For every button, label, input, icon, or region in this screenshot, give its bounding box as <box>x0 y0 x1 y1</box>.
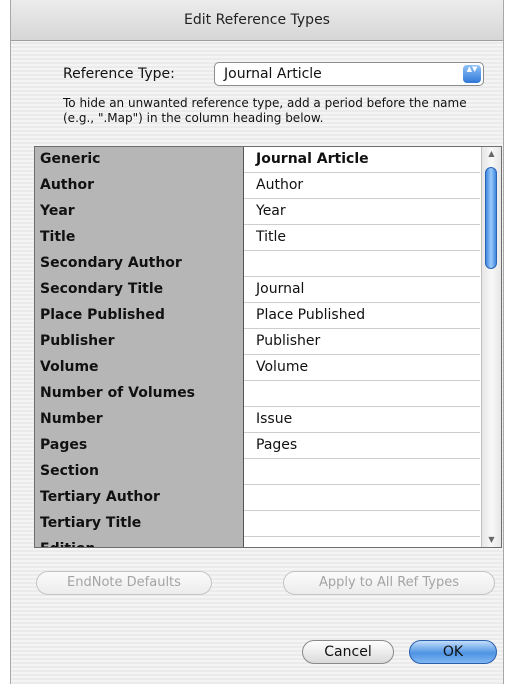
table-row: Title Title <box>35 225 480 251</box>
field-value-cell[interactable] <box>244 485 480 511</box>
table-row: Edition <box>35 537 480 547</box>
endnote-defaults-button[interactable]: EndNote Defaults <box>36 571 212 595</box>
table-header-row: Generic Journal Article <box>35 147 480 173</box>
table-row: Number of Volumes <box>35 381 480 407</box>
table-row: Tertiary Author <box>35 485 480 511</box>
field-name-cell: Generic <box>35 147 244 173</box>
field-value-cell[interactable]: Journal Article <box>244 147 480 173</box>
scroll-up-icon[interactable]: ▲ <box>482 147 501 161</box>
field-value-cell[interactable] <box>244 459 480 485</box>
field-name-cell: Number <box>35 407 244 433</box>
field-value-cell[interactable]: Author <box>244 173 480 199</box>
field-name-cell: Secondary Author <box>35 251 244 277</box>
table-row: Secondary Author <box>35 251 480 277</box>
table-body: Generic Journal Article Author Author Ye… <box>35 147 480 547</box>
table-row: Number Issue <box>35 407 480 433</box>
field-value-cell[interactable]: Place Published <box>244 303 480 329</box>
table-row: Publisher Publisher <box>35 329 480 355</box>
table-row: Volume Volume <box>35 355 480 381</box>
window-title: Edit Reference Types <box>11 0 503 41</box>
field-name-cell: Place Published <box>35 303 244 329</box>
field-name-cell: Volume <box>35 355 244 381</box>
field-value-cell[interactable]: Issue <box>244 407 480 433</box>
ok-button[interactable]: OK <box>409 640 497 664</box>
vertical-scrollbar[interactable]: ▲ ▼ <box>481 147 501 547</box>
field-name-cell: Publisher <box>35 329 244 355</box>
field-value-cell[interactable]: Publisher <box>244 329 480 355</box>
field-value-cell[interactable]: Volume <box>244 355 480 381</box>
field-name-cell: Number of Volumes <box>35 381 244 407</box>
table-row: Secondary Title Journal <box>35 277 480 303</box>
popup-arrows-icon: ▲▼ <box>463 65 481 83</box>
scroll-thumb[interactable] <box>485 167 497 269</box>
field-name-cell: Section <box>35 459 244 485</box>
field-value-cell[interactable]: Pages <box>244 433 480 459</box>
field-value-cell[interactable] <box>244 511 480 537</box>
reference-type-label: Reference Type: <box>63 66 175 82</box>
table-row: Section <box>35 459 480 485</box>
field-value-cell[interactable] <box>244 537 480 547</box>
field-name-cell: Tertiary Title <box>35 511 244 537</box>
field-value-cell[interactable]: Title <box>244 225 480 251</box>
apply-to-all-button[interactable]: Apply to All Ref Types <box>283 571 495 595</box>
hint-text: To hide an unwanted reference type, add … <box>63 96 467 125</box>
dialog-window: Edit Reference Types Reference Type: Jou… <box>10 0 504 684</box>
field-name-cell: Year <box>35 199 244 225</box>
cancel-button[interactable]: Cancel <box>302 640 394 664</box>
field-name-cell: Pages <box>35 433 244 459</box>
field-name-cell: Edition <box>35 537 244 547</box>
field-value-cell[interactable] <box>244 381 480 407</box>
reference-type-value: Journal Article <box>224 66 322 82</box>
field-value-cell[interactable]: Year <box>244 199 480 225</box>
scroll-down-icon[interactable]: ▼ <box>482 533 501 547</box>
field-name-cell: Secondary Title <box>35 277 244 303</box>
field-value-cell[interactable] <box>244 251 480 277</box>
field-name-cell: Author <box>35 173 244 199</box>
table-row: Tertiary Title <box>35 511 480 537</box>
table-row: Author Author <box>35 173 480 199</box>
table-row: Year Year <box>35 199 480 225</box>
table-row: Pages Pages <box>35 433 480 459</box>
table-row: Place Published Place Published <box>35 303 480 329</box>
reference-type-popup[interactable]: Journal Article ▲▼ <box>214 62 484 86</box>
field-value-cell[interactable]: Journal <box>244 277 480 303</box>
field-name-cell: Tertiary Author <box>35 485 244 511</box>
field-name-cell: Title <box>35 225 244 251</box>
field-table: Generic Journal Article Author Author Ye… <box>34 146 502 548</box>
